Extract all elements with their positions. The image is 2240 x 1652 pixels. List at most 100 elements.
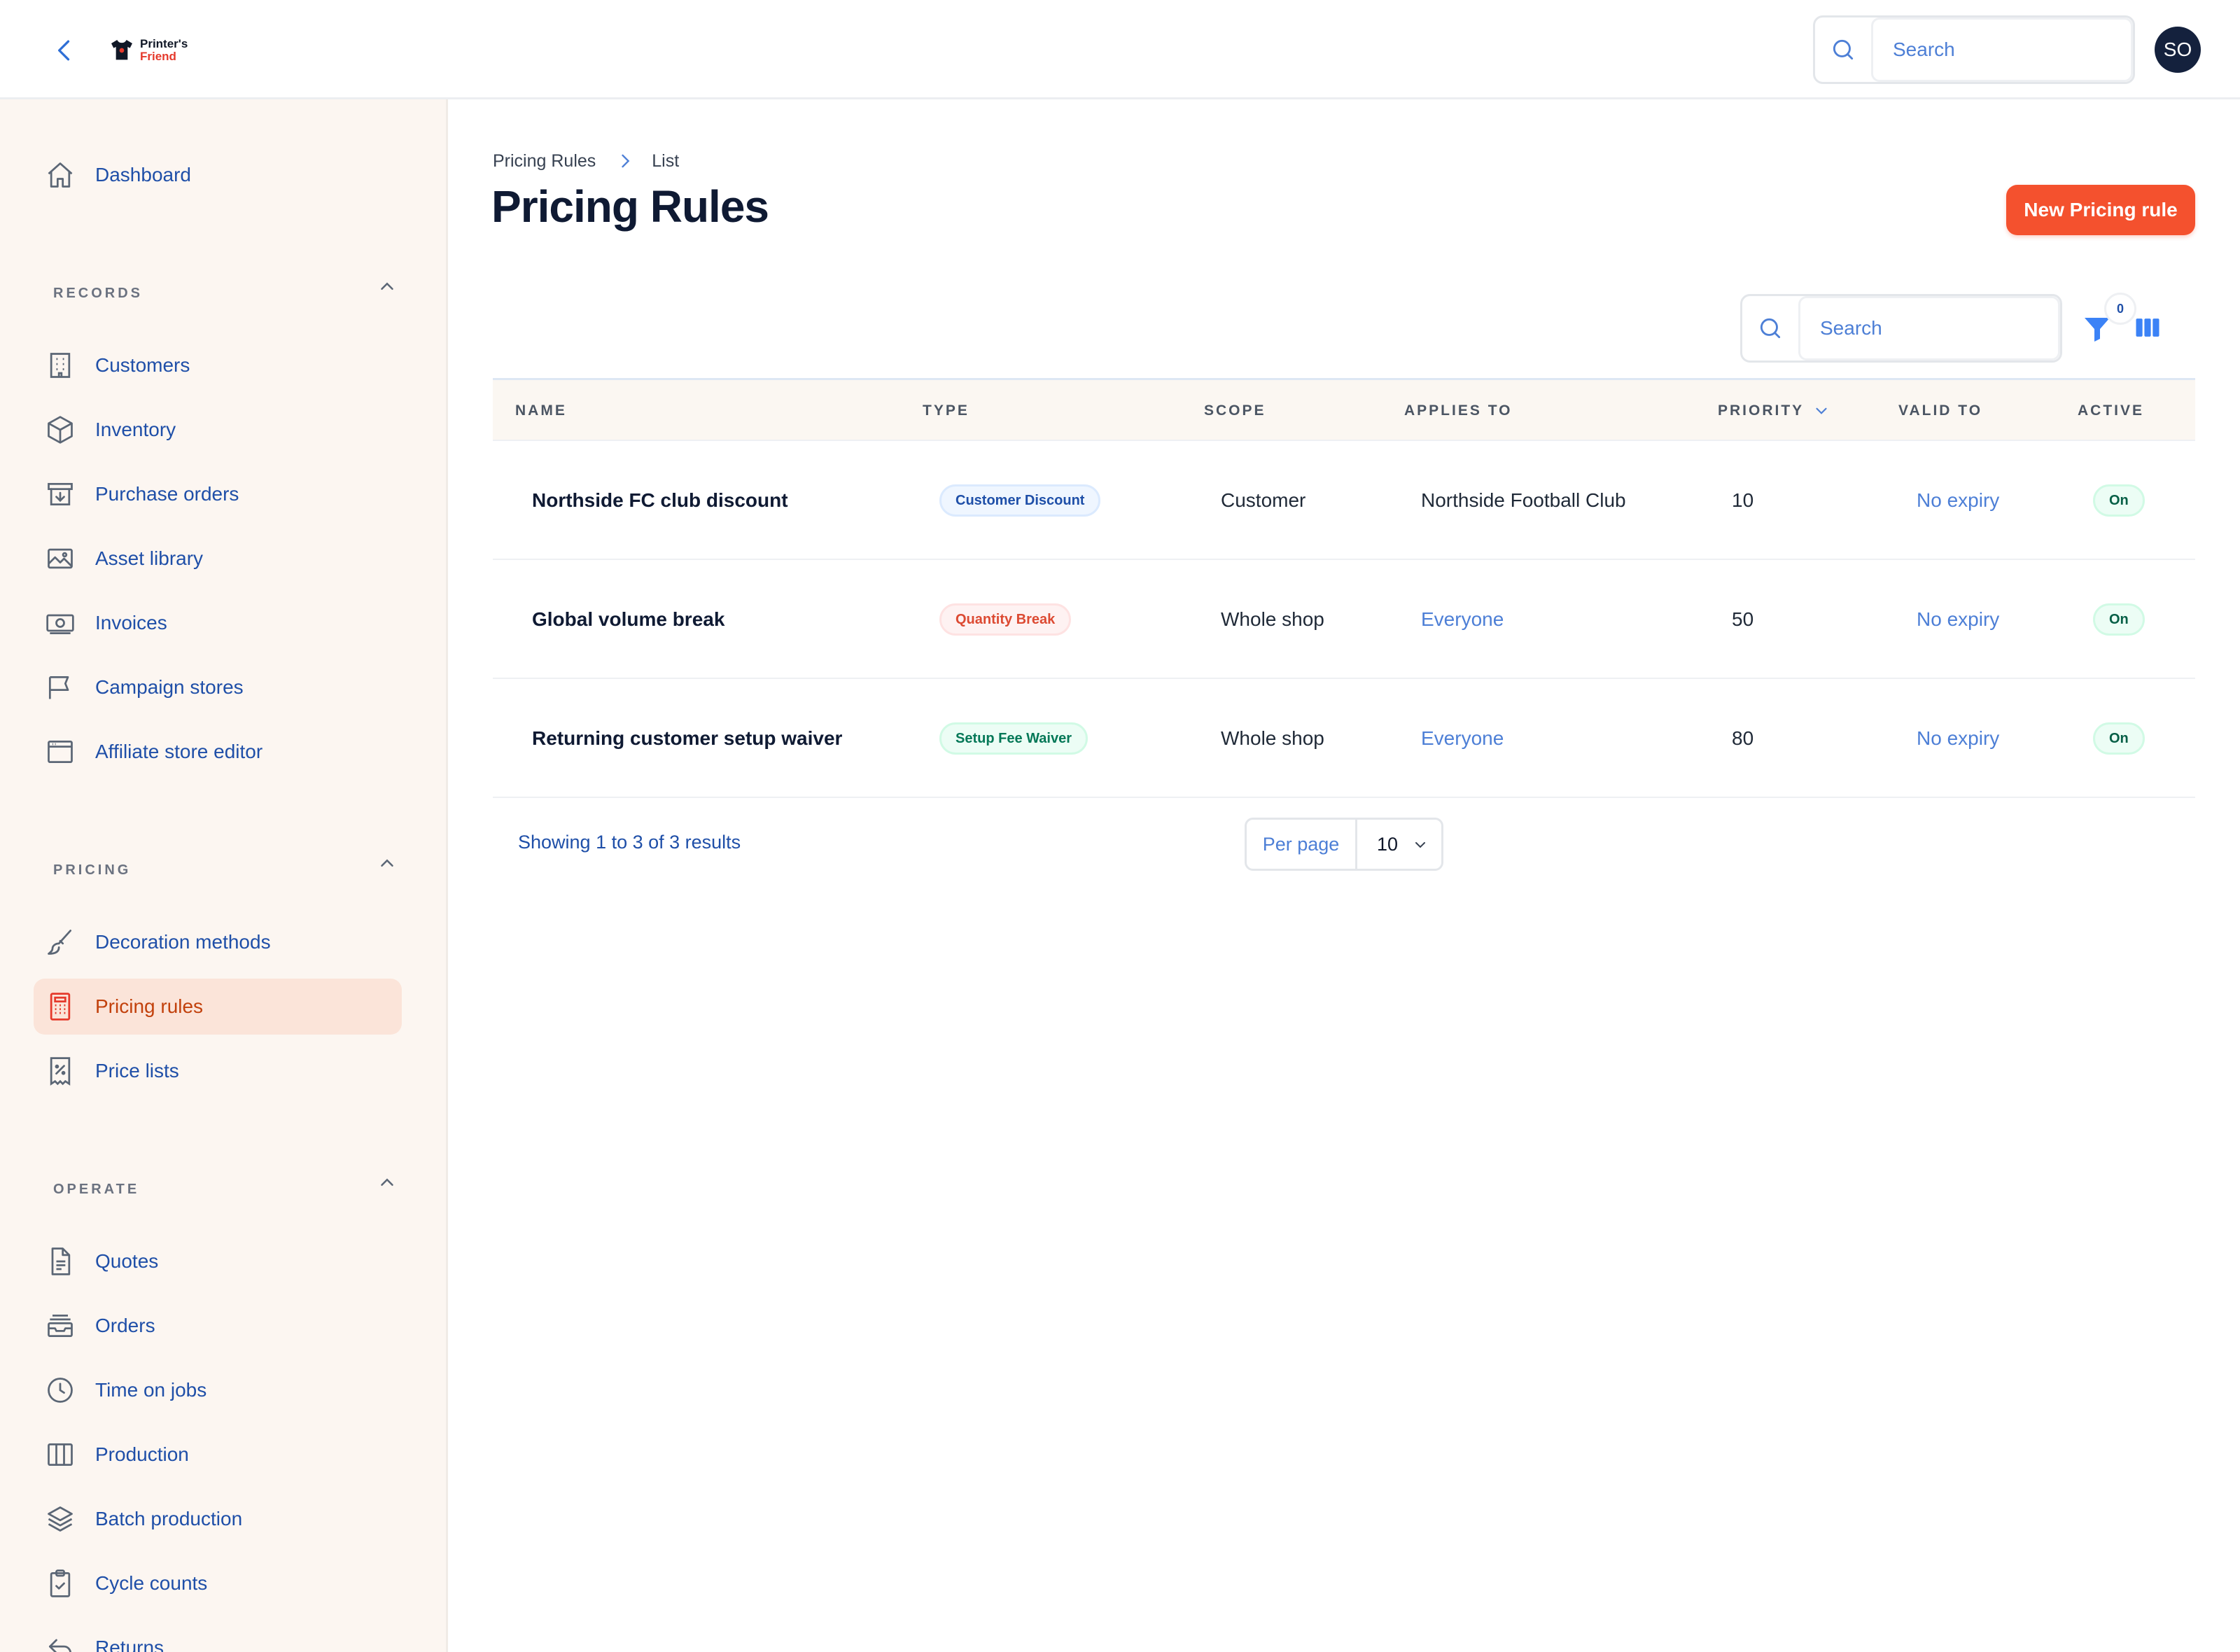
- sidebar-item-production[interactable]: Production: [34, 1427, 402, 1483]
- sidebar-item-orders[interactable]: Orders: [34, 1298, 402, 1354]
- sidebar-item-label: Asset library: [95, 547, 204, 569]
- clock-icon: [48, 1378, 73, 1403]
- sidebar-item-cycle-counts[interactable]: Cycle counts: [34, 1555, 402, 1611]
- column-header-priority-label: PRIORITY: [1718, 402, 1805, 419]
- column-header-name[interactable]: NAME: [515, 380, 567, 442]
- global-search: [1813, 15, 2135, 84]
- global-search-input[interactable]: [1871, 18, 2133, 82]
- breadcrumb-current: List: [652, 150, 680, 171]
- active-status-badge: On: [2093, 722, 2145, 755]
- search-icon: [1742, 296, 1798, 360]
- table-row[interactable]: Northside FC club discount Customer Disc…: [493, 441, 2195, 560]
- per-page-select[interactable]: Per page 10: [1245, 818, 1443, 871]
- sidebar-item-decoration-methods[interactable]: Decoration methods: [34, 914, 402, 970]
- flag-icon: [48, 676, 69, 699]
- per-page-value[interactable]: 10: [1377, 820, 1398, 869]
- valid-to-cell: No expiry: [1917, 727, 2000, 749]
- per-page-label: Per page: [1247, 820, 1357, 869]
- search-icon: [1815, 18, 1871, 82]
- sidebar-item-affiliate-store-editor[interactable]: Affiliate store editor: [34, 724, 402, 780]
- sidebar-item-label: Decoration methods: [95, 931, 271, 953]
- chevron-up-icon[interactable]: [377, 276, 398, 297]
- calculator-icon: [50, 993, 71, 1021]
- layers-icon: [48, 1506, 73, 1532]
- table-row[interactable]: Returning customer setup waiver Setup Fe…: [493, 679, 2195, 798]
- rule-name[interactable]: Returning customer setup waiver: [532, 679, 842, 798]
- sidebar-item-label: Production: [95, 1443, 189, 1465]
- sidebar-item-price-lists[interactable]: Price lists: [34, 1043, 402, 1099]
- chevron-up-icon[interactable]: [377, 853, 398, 874]
- user-avatar[interactable]: SO: [2155, 27, 2201, 73]
- cash-icon: [46, 614, 74, 635]
- chevron-left-icon: [58, 40, 70, 61]
- sidebar-item-quotes[interactable]: Quotes: [34, 1233, 402, 1289]
- sidebar-item-label: Purchase orders: [95, 483, 239, 505]
- back-button[interactable]: [49, 35, 80, 66]
- section-heading-records: RECORDS: [53, 286, 144, 301]
- table-search: [1740, 294, 2062, 363]
- sidebar-item-label: Cycle counts: [95, 1572, 208, 1594]
- sidebar-item-pricing-rules[interactable]: Pricing rules: [34, 979, 402, 1035]
- receipt-percent-icon: [50, 1057, 71, 1086]
- toggle-columns-button[interactable]: [2132, 312, 2163, 343]
- page-title: Pricing Rules: [491, 181, 769, 232]
- active-status-badge: On: [2093, 484, 2145, 517]
- sidebar-item-label: Pricing rules: [95, 995, 204, 1017]
- type-badge: Setup Fee Waiver: [939, 722, 1088, 755]
- chevron-right-icon: [622, 154, 630, 168]
- sidebar-item-invoices[interactable]: Invoices: [34, 595, 402, 651]
- column-header-type[interactable]: TYPE: [923, 380, 969, 442]
- inbox-stack-icon: [48, 1314, 73, 1338]
- valid-to-cell: No expiry: [1917, 608, 2000, 630]
- column-header-active[interactable]: ACTIVE: [2078, 380, 2144, 442]
- sidebar-item-dashboard[interactable]: Dashboard: [34, 147, 402, 203]
- view-columns-icon: [48, 1443, 73, 1466]
- breadcrumb-parent-link[interactable]: Pricing Rules: [493, 151, 596, 172]
- column-header-priority[interactable]: PRIORITY: [1718, 380, 1830, 442]
- column-header-scope[interactable]: SCOPE: [1204, 380, 1266, 442]
- clipboard-check-icon: [50, 1569, 71, 1597]
- sidebar-item-label: Returns: [95, 1637, 164, 1652]
- building-icon: [50, 353, 71, 378]
- rule-name[interactable]: Northside FC club discount: [532, 441, 788, 560]
- sidebar-item-campaign-stores[interactable]: Campaign stores: [34, 659, 402, 715]
- column-header-valid-to[interactable]: VALID TO: [1898, 380, 1982, 442]
- section-heading-pricing: PRICING: [53, 862, 132, 878]
- sidebar-item-label: Dashboard: [95, 164, 191, 186]
- new-pricing-rule-button[interactable]: New Pricing rule: [2006, 185, 2195, 235]
- sidebar: Dashboard RECORDS Customers Inventory Pu…: [0, 99, 448, 1652]
- column-header-applies-to[interactable]: APPLIES TO: [1404, 380, 1512, 442]
- avatar-initials: SO: [2163, 38, 2192, 60]
- sidebar-item-batch-production[interactable]: Batch production: [34, 1491, 402, 1547]
- app-logo[interactable]: Printer's Friend: [108, 35, 188, 66]
- top-bar: Printer's Friend SO: [0, 0, 2240, 99]
- sidebar-item-purchase-orders[interactable]: Purchase orders: [34, 466, 402, 522]
- sidebar-item-returns[interactable]: Returns: [34, 1620, 402, 1652]
- table-search-input[interactable]: [1798, 296, 2060, 360]
- sidebar-item-label: Batch production: [95, 1508, 243, 1530]
- paintbrush-icon: [48, 930, 72, 955]
- return-arrow-icon: [48, 1639, 71, 1652]
- sidebar-item-asset-library[interactable]: Asset library: [34, 531, 402, 587]
- rule-name[interactable]: Global volume break: [532, 560, 724, 679]
- table-row[interactable]: Global volume break Quantity Break Whole…: [493, 560, 2195, 679]
- sidebar-item-label: Price lists: [95, 1060, 179, 1082]
- chevron-up-icon[interactable]: [377, 1172, 398, 1193]
- sidebar-item-label: Campaign stores: [95, 676, 244, 698]
- pricing-rules-table: NAME TYPE SCOPE APPLIES TO PRIORITY VALI…: [493, 378, 2195, 798]
- sidebar-item-label: Invoices: [95, 612, 167, 634]
- tshirt-logo-icon: [111, 40, 132, 60]
- priority-cell: 80: [1732, 727, 1754, 749]
- logo-text: Printer's Friend: [140, 37, 188, 63]
- sidebar-item-customers[interactable]: Customers: [34, 337, 402, 393]
- home-icon: [48, 162, 73, 188]
- sidebar-item-inventory[interactable]: Inventory: [34, 402, 402, 458]
- view-columns-icon: [2136, 318, 2160, 337]
- applies-to-cell: Everyone: [1421, 727, 1504, 749]
- sidebar-item-time-on-jobs[interactable]: Time on jobs: [34, 1362, 402, 1418]
- scope-cell: Customer: [1221, 489, 1306, 511]
- table-header: NAME TYPE SCOPE APPLIES TO PRIORITY VALI…: [493, 378, 2195, 441]
- sidebar-item-label: Time on jobs: [95, 1379, 207, 1401]
- sidebar-item-label: Inventory: [95, 419, 176, 440]
- chevron-down-icon: [1415, 842, 1425, 848]
